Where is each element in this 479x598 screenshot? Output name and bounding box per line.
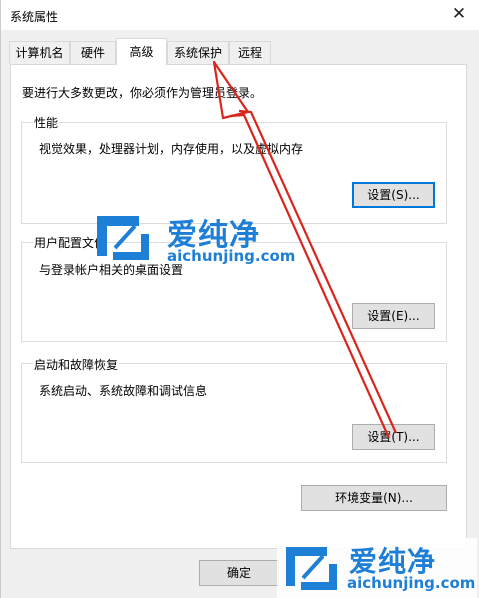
red-arrow-annotation (212, 60, 398, 439)
arrow-head (212, 60, 250, 120)
watermark-corner: 爱纯净 aichunjing.com (277, 538, 477, 598)
arrow-shaft-line (229, 113, 391, 439)
tab-advanced[interactable]: 高级 (116, 38, 167, 65)
watermark-url: aichunjing.com (167, 247, 296, 265)
system-properties-window: 系统属性 ✕ 计算机名 硬件 高级 系统保护 远程 要进行大多数更改，你必须作为… (0, 0, 479, 598)
watermark-center: 爱纯净 aichunjing.com (93, 210, 303, 270)
watermark-corner-logo-icon (286, 547, 337, 590)
watermark-corner-url: aichunjing.com (347, 574, 476, 592)
watermark-logo-icon (97, 216, 149, 260)
arrow-shaft-line-2 (238, 109, 398, 434)
